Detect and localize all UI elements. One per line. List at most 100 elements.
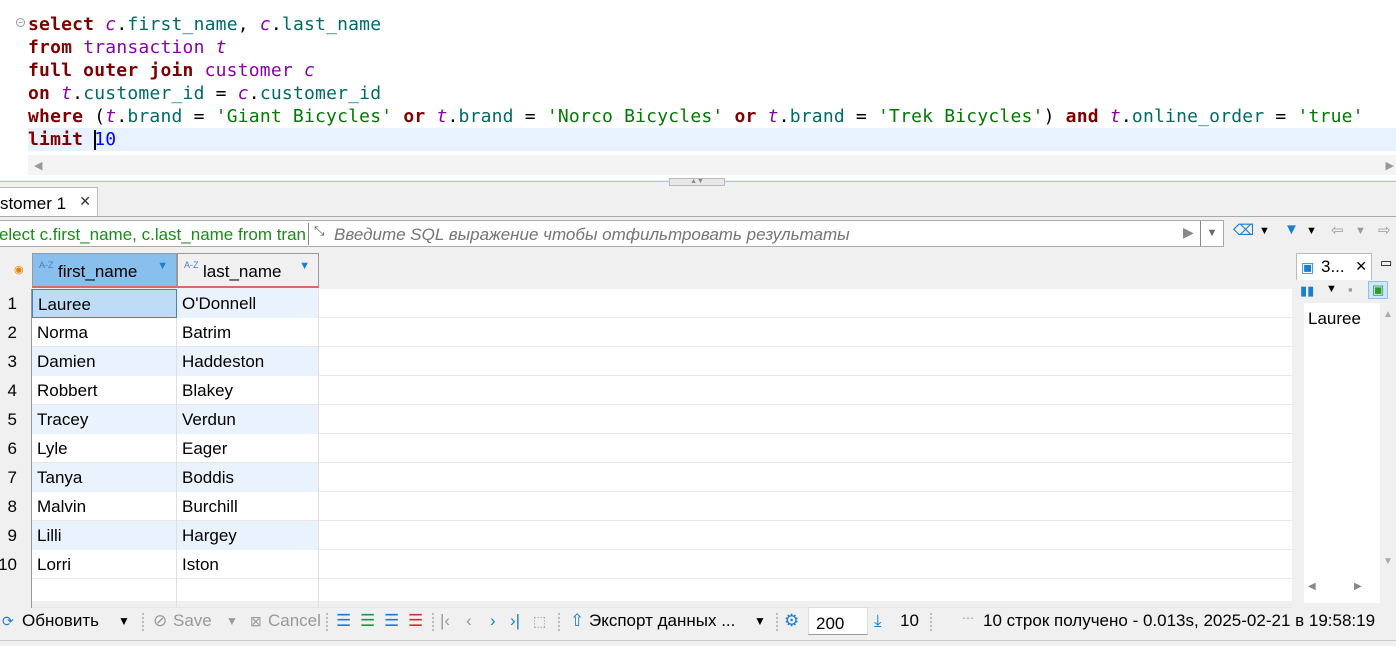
table-row[interactable]: 4 Robbert Blakey xyxy=(0,376,1292,405)
table-row[interactable]: 1 Lauree O'Donnell xyxy=(0,289,1292,318)
fetch-size-input[interactable] xyxy=(808,607,868,635)
export-options-dropdown[interactable]: ▼ xyxy=(754,614,766,628)
refresh-options-dropdown[interactable]: ▼ xyxy=(118,614,130,628)
filter-history-dropdown[interactable]: ▼ xyxy=(1200,221,1223,246)
cell-first-name[interactable]: Lilli xyxy=(32,521,177,550)
table-row[interactable]: 7 Tanya Boddis xyxy=(0,463,1292,492)
value-horizontal-scrollbar[interactable]: ◀ ▶ xyxy=(1304,578,1380,598)
close-icon[interactable]: ✕ xyxy=(1355,258,1367,275)
fold-toggle-icon[interactable]: − xyxy=(16,18,25,27)
table-row[interactable]: 5 Tracey Verdun xyxy=(0,405,1292,434)
cell-last-name[interactable]: Eager xyxy=(177,434,319,463)
row-number[interactable]: 10 xyxy=(0,550,32,579)
tab-value-viewer[interactable]: ▣ 3... ✕ xyxy=(1296,253,1372,280)
save-button[interactable]: Save xyxy=(173,611,212,631)
add-row-icon[interactable]: ☰ xyxy=(360,611,375,631)
gear-icon[interactable]: ⚙ xyxy=(784,611,799,631)
cancel-button[interactable]: Cancel xyxy=(268,611,321,631)
edit-row-icon[interactable]: ☰ xyxy=(336,611,351,631)
back-icon[interactable]: ⇦ xyxy=(1331,221,1344,239)
filter-query-text[interactable]: select c.first_name, c.last_name from tr… xyxy=(0,225,306,245)
fetch-rows-icon[interactable]: ⤓ xyxy=(874,611,882,631)
cell-first-name[interactable]: Robbert xyxy=(32,376,177,405)
code-line[interactable]: where (t.brand = 'Giant Bicycles' or t.b… xyxy=(28,105,1396,128)
fetch-all-icon[interactable]: ⬚ xyxy=(533,613,546,630)
row-number[interactable]: 8 xyxy=(0,492,32,521)
table-row[interactable]: 2 Norma Batrim xyxy=(0,318,1292,347)
cell-first-name[interactable]: Lorri xyxy=(32,550,177,579)
refresh-button[interactable]: Обновить xyxy=(22,611,99,631)
chevron-down-icon[interactable]: ▼ xyxy=(1355,225,1366,237)
eraser-icon[interactable]: ⌫ xyxy=(1233,221,1254,239)
cell-last-name[interactable]: Blakey xyxy=(177,376,319,405)
cell-last-name[interactable]: Hargey xyxy=(177,521,319,550)
results-grid[interactable]: ◉ A-Z first_name ▼ A-Z last_name ▼ 1 Lau… xyxy=(0,253,1292,608)
row-selector-icon[interactable]: ◉ xyxy=(14,263,24,276)
chevron-down-icon[interactable]: ▼ xyxy=(1326,283,1337,295)
row-number[interactable]: 7 xyxy=(0,463,32,492)
chevron-down-icon[interactable]: ▼ xyxy=(1259,225,1270,237)
last-page-icon[interactable]: ›| xyxy=(510,611,520,631)
cell-first-name[interactable]: Lauree xyxy=(32,289,177,318)
more-icon[interactable]: ⋯ xyxy=(962,611,974,625)
cell-first-name[interactable]: Tanya xyxy=(32,463,177,492)
previous-page-icon[interactable]: ‹ xyxy=(466,611,472,631)
row-number[interactable]: 1 xyxy=(0,289,32,318)
book-icon[interactable]: ▮▮ xyxy=(1300,283,1314,299)
close-icon[interactable]: ✕ xyxy=(79,193,91,210)
scroll-left-icon[interactable]: ◀ xyxy=(34,159,42,172)
panel-sash-handle[interactable]: ▲▼ xyxy=(669,178,725,186)
table-row[interactable]: 6 Lyle Eager xyxy=(0,434,1292,463)
auto-save-icon[interactable]: ▣ xyxy=(1368,281,1389,299)
minimize-icon[interactable]: ▭ xyxy=(1380,255,1392,271)
save-options-dropdown[interactable]: ▼ xyxy=(226,614,238,628)
row-number[interactable]: 6 xyxy=(0,434,32,463)
expand-icon[interactable]: ⤡ xyxy=(314,223,324,239)
code-line[interactable]: select c.first_name, c.last_name xyxy=(28,13,1396,36)
copy-row-icon[interactable]: ☰ xyxy=(384,611,399,631)
cell-last-name[interactable]: Batrim xyxy=(177,318,319,347)
row-number[interactable]: 9 xyxy=(0,521,32,550)
sort-dropdown-icon[interactable]: ▼ xyxy=(299,260,310,272)
row-number[interactable]: 3 xyxy=(0,347,32,376)
next-page-icon[interactable]: › xyxy=(490,611,496,631)
code-line[interactable]: on t.customer_id = c.customer_id xyxy=(28,82,1396,105)
value-vertical-scrollbar[interactable]: ▲ ▼ xyxy=(1380,303,1396,573)
tab-results-customer-1[interactable]: customer 1 ✕ xyxy=(0,187,98,217)
code-line[interactable]: limit 10 xyxy=(28,128,1396,151)
apply-filter-icon[interactable]: ▶ xyxy=(1183,224,1194,241)
cell-last-name[interactable]: Burchill xyxy=(177,492,319,521)
cell-last-name[interactable]: Iston xyxy=(177,550,319,579)
column-header-first-name[interactable]: A-Z first_name ▼ xyxy=(32,253,177,288)
cell-last-name[interactable]: Verdun xyxy=(177,405,319,434)
cell-first-name[interactable]: Lyle xyxy=(32,434,177,463)
code-line[interactable]: from transaction t xyxy=(28,36,1396,59)
table-row[interactable]: 8 Malvin Burchill xyxy=(0,492,1292,521)
cell-first-name[interactable]: Malvin xyxy=(32,492,177,521)
row-number[interactable]: 4 xyxy=(0,376,32,405)
sql-editor[interactable]: − select c.first_name, c.last_name from t… xyxy=(0,0,1396,180)
filter-icon[interactable]: ▼ xyxy=(1284,221,1299,238)
editor-horizontal-scrollbar[interactable]: ◀ ▶ xyxy=(28,155,1396,175)
delete-row-icon[interactable]: ☰ xyxy=(408,611,423,631)
sort-dropdown-icon[interactable]: ▼ xyxy=(157,260,168,272)
row-number[interactable]: 5 xyxy=(0,405,32,434)
table-row[interactable]: 10 Lorri Iston xyxy=(0,550,1292,579)
cell-last-name[interactable]: O'Donnell xyxy=(177,289,319,318)
save-icon[interactable]: ▪ xyxy=(1348,282,1353,297)
scroll-right-icon[interactable]: ▶ xyxy=(1386,159,1394,172)
table-row[interactable]: 3 Damien Haddeston xyxy=(0,347,1292,376)
cell-first-name[interactable]: Norma xyxy=(32,318,177,347)
code-line[interactable]: full outer join customer c xyxy=(28,59,1396,82)
export-data-button[interactable]: Экспорт данных ... xyxy=(589,611,735,631)
column-header-last-name[interactable]: A-Z last_name ▼ xyxy=(177,253,319,288)
value-text[interactable]: Lauree xyxy=(1304,303,1380,603)
cell-last-name[interactable]: Haddeston xyxy=(177,347,319,376)
cell-first-name[interactable]: Damien xyxy=(32,347,177,376)
table-row[interactable]: 9 Lilli Hargey xyxy=(0,521,1292,550)
cell-last-name[interactable]: Boddis xyxy=(177,463,319,492)
row-number[interactable]: 2 xyxy=(0,318,32,347)
cell-first-name[interactable]: Tracey xyxy=(32,405,177,434)
first-page-icon[interactable]: |‹ xyxy=(440,611,450,631)
filter-input[interactable] xyxy=(334,225,1164,245)
